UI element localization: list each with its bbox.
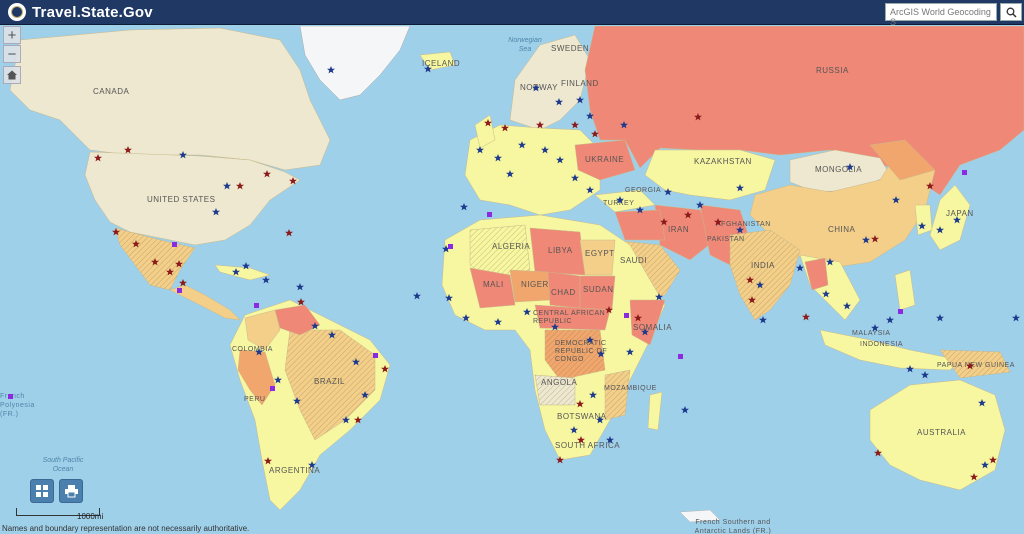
geocoding-search-input[interactable]: ArcGIS World Geocoding S	[885, 3, 997, 27]
world-map[interactable]: CANADA UNITED STATES RUSSIA SWEDEN FINLA…	[0, 26, 1024, 534]
embassy-markers-layer[interactable]	[0, 26, 1024, 534]
print-icon	[64, 485, 78, 498]
zoom-in-button[interactable]: +	[3, 26, 21, 44]
app-header: Travel.State.Gov ArcGIS World Geocoding …	[0, 0, 1024, 27]
app-title[interactable]: Travel.State.Gov	[32, 4, 153, 21]
search-icon	[1006, 7, 1017, 18]
state-department-seal-icon[interactable]	[8, 3, 26, 21]
embassy-star-icons-blue[interactable]	[179, 65, 1020, 469]
search-button[interactable]	[1000, 3, 1022, 21]
home-button[interactable]	[3, 66, 21, 84]
basemap-gallery-button[interactable]	[30, 479, 54, 503]
grid-icon	[36, 485, 48, 497]
home-icon	[7, 70, 17, 80]
embassy-square-icons-purple[interactable]	[8, 170, 967, 399]
attribution-text: Names and boundary representation are no…	[2, 524, 250, 533]
zoom-out-button[interactable]: −	[3, 45, 21, 63]
embassy-star-icons-red[interactable]	[94, 113, 997, 481]
print-button[interactable]	[59, 479, 83, 503]
zoom-controls: + −	[3, 26, 21, 63]
scale-label: 1000mi	[77, 512, 104, 521]
